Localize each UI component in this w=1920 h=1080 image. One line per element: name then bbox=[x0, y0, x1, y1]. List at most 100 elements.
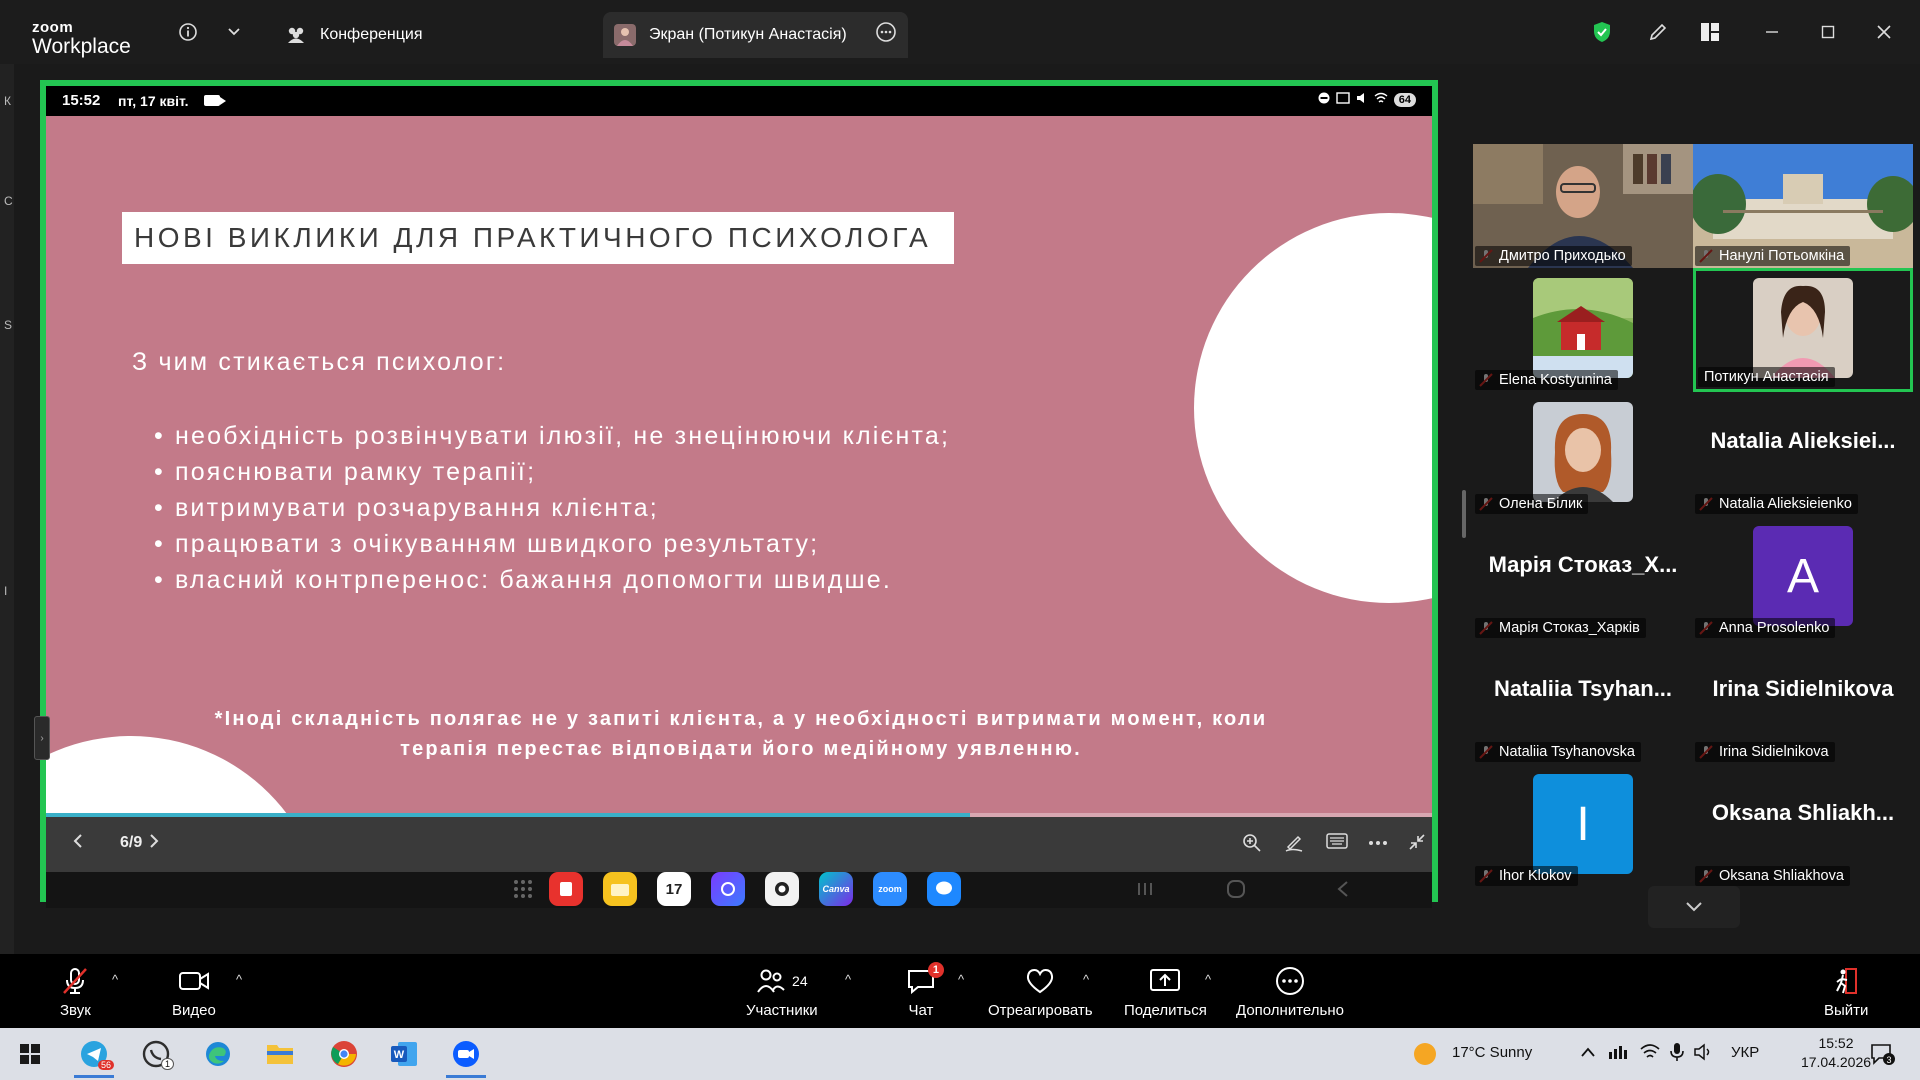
participants-icon: 24 bbox=[756, 964, 808, 998]
notifications-icon[interactable]: 3 bbox=[1870, 1042, 1896, 1071]
presentation-slide: НОВІ ВИКЛИКИ ДЛЯ ПРАКТИЧНОГО ПСИХОЛОГА З… bbox=[46, 116, 1432, 844]
share-button[interactable]: Поделиться bbox=[1124, 964, 1207, 1019]
shield-check-icon[interactable] bbox=[1590, 20, 1614, 44]
microphone-icon[interactable] bbox=[1670, 1042, 1684, 1067]
home-icon[interactable] bbox=[1226, 879, 1246, 904]
slide-pager: 6/9 bbox=[120, 834, 143, 851]
people-icon bbox=[284, 23, 308, 47]
audio-button[interactable]: Звук bbox=[60, 964, 91, 1019]
input-language[interactable]: УКР bbox=[1731, 1044, 1759, 1061]
recents-icon[interactable] bbox=[1136, 881, 1154, 902]
info-icon[interactable] bbox=[176, 20, 200, 44]
shared-screen[interactable]: 15:52 пт, 17 квіт. 64 НОВІ ВИКЛИКИ ДЛЯ П… bbox=[40, 80, 1438, 908]
zoom-taskbar-icon[interactable] bbox=[446, 1036, 486, 1078]
maximize-icon[interactable] bbox=[1816, 20, 1840, 44]
edge-browser-icon[interactable] bbox=[198, 1036, 238, 1072]
wifi-icon[interactable] bbox=[1640, 1043, 1660, 1066]
participant-tile[interactable]: Nataliia Tsyhan... Nataliia Tsyhanovska bbox=[1473, 640, 1693, 764]
next-slide-icon[interactable] bbox=[148, 833, 160, 854]
side-panel-handle[interactable]: › bbox=[34, 716, 50, 760]
windows-start-icon[interactable] bbox=[10, 1036, 50, 1072]
video-button[interactable]: Видео bbox=[172, 964, 216, 1019]
participant-tile[interactable]: I Ihor Klokov bbox=[1473, 764, 1693, 888]
participant-tile[interactable]: Natalia Alieksiei... Natalia Alieksieien… bbox=[1693, 392, 1913, 516]
canva-app-icon[interactable]: Canva bbox=[819, 872, 853, 906]
participant-tile[interactable]: Elena Kostyunina bbox=[1473, 268, 1693, 392]
chevron-up-icon[interactable] bbox=[1580, 1045, 1596, 1063]
zoom-app-icon[interactable]: zoom bbox=[873, 872, 907, 906]
participants-count: 24 bbox=[792, 973, 808, 989]
back-icon[interactable] bbox=[1336, 880, 1350, 903]
minimize-icon[interactable] bbox=[1760, 20, 1784, 44]
notes-app-icon[interactable] bbox=[549, 872, 583, 906]
chat-badge: 1 bbox=[927, 962, 944, 978]
telegram-icon[interactable]: 56 bbox=[74, 1036, 114, 1078]
audio-options-caret[interactable]: ^ bbox=[112, 972, 118, 987]
participant-tile[interactable]: Irina Sidielnikova Irina Sidielnikova bbox=[1693, 640, 1913, 764]
participant-avatar: I bbox=[1533, 774, 1633, 874]
participant-tile[interactable]: Марія Стоказ_Х... Марія Стоказ_Харків bbox=[1473, 516, 1693, 640]
more-button[interactable]: Дополнительно bbox=[1236, 964, 1344, 1019]
collapse-icon[interactable] bbox=[1408, 833, 1426, 856]
volume-icon[interactable] bbox=[1694, 1043, 1714, 1066]
video-options-caret[interactable]: ^ bbox=[236, 972, 242, 987]
participant-tile-active[interactable]: Потикун Анастасія bbox=[1693, 268, 1913, 392]
gallery-next-page-button[interactable] bbox=[1648, 886, 1740, 928]
participants-label: Участники bbox=[746, 1002, 818, 1019]
participant-tile[interactable]: Дмитро Приходько bbox=[1473, 144, 1693, 268]
participant-tile[interactable]: Нанулі Потьомкіна bbox=[1693, 144, 1913, 268]
zoom-in-icon[interactable] bbox=[1242, 833, 1262, 858]
files-app-icon[interactable] bbox=[603, 872, 637, 906]
chrome-icon[interactable] bbox=[324, 1036, 364, 1072]
camera-app-icon[interactable] bbox=[765, 872, 799, 906]
prev-slide-icon[interactable] bbox=[72, 833, 84, 854]
weather-text[interactable]: 17°C Sunny bbox=[1452, 1044, 1532, 1061]
draw-icon[interactable] bbox=[1284, 833, 1304, 858]
participant-tile[interactable]: Олена Білик bbox=[1473, 392, 1693, 516]
slide-footnote: *Іноді складність полягає не у запиті кл… bbox=[106, 704, 1376, 764]
react-label: Отреагировать bbox=[988, 1002, 1093, 1019]
calendar-app-icon[interactable]: 17 bbox=[657, 872, 691, 906]
participant-display-name: Natalia Alieksiei... bbox=[1710, 428, 1896, 453]
participant-name: Ihor Klokov bbox=[1475, 866, 1578, 886]
participants-button[interactable]: 24 Участники bbox=[746, 964, 818, 1019]
file-explorer-icon[interactable] bbox=[260, 1036, 300, 1072]
title-bar: zoom Workplace Конференция Экран (Потику… bbox=[0, 0, 1920, 64]
cast-icon bbox=[1336, 92, 1350, 107]
react-options-caret[interactable]: ^ bbox=[1083, 972, 1089, 987]
network-usage-icon[interactable] bbox=[1608, 1044, 1628, 1065]
participants-options-caret[interactable]: ^ bbox=[845, 972, 851, 987]
more-icon[interactable] bbox=[874, 20, 898, 44]
participant-tile[interactable]: A Anna Prosolenko bbox=[1693, 516, 1913, 640]
participants-gallery: Дмитро Приходько Нанулі Потьомкіна Elena… bbox=[1452, 64, 1920, 954]
leave-icon bbox=[1831, 964, 1861, 998]
participant-display-name: Nataliia Tsyhan... bbox=[1493, 676, 1673, 701]
tab-meeting[interactable]: Конференция bbox=[284, 12, 439, 58]
app-grid-icon[interactable] bbox=[506, 872, 540, 906]
leave-button[interactable]: Выйти bbox=[1824, 964, 1868, 1019]
purple-app-icon[interactable] bbox=[711, 872, 745, 906]
layout-icon[interactable] bbox=[1698, 20, 1722, 44]
left-strip-char: S bbox=[4, 318, 13, 332]
participant-name: Дмитро Приходько bbox=[1475, 246, 1632, 266]
tab-screen[interactable]: Экран (Потикун Анастасія) bbox=[603, 12, 908, 58]
gallery-scrollbar[interactable] bbox=[1462, 490, 1466, 538]
keyboard-icon[interactable] bbox=[1326, 833, 1348, 854]
participant-display-name: Oksana Shliakh... bbox=[1711, 800, 1895, 825]
participant-name: Марія Стоказ_Харків bbox=[1475, 618, 1646, 638]
word-icon[interactable]: W bbox=[384, 1036, 424, 1072]
pen-icon[interactable] bbox=[1646, 20, 1670, 44]
chat-button[interactable]: 1 Чат bbox=[906, 962, 944, 1019]
weather-icon[interactable] bbox=[1412, 1041, 1438, 1072]
share-options-caret[interactable]: ^ bbox=[1205, 972, 1211, 987]
canva-label: Canva bbox=[822, 884, 850, 894]
slide-bullet: витримувати розчарування клієнта; bbox=[154, 490, 950, 526]
close-icon[interactable] bbox=[1872, 20, 1896, 44]
chat-options-caret[interactable]: ^ bbox=[958, 972, 964, 987]
whatsapp-icon[interactable]: 1 bbox=[136, 1036, 176, 1072]
chevron-down-icon[interactable] bbox=[222, 20, 246, 44]
messages-app-icon[interactable] bbox=[927, 872, 961, 906]
more-options-icon[interactable] bbox=[1368, 833, 1388, 851]
participant-tile[interactable]: Oksana Shliakh... Oksana Shliakhova bbox=[1693, 764, 1913, 888]
react-button[interactable]: Отреагировать bbox=[988, 964, 1093, 1019]
